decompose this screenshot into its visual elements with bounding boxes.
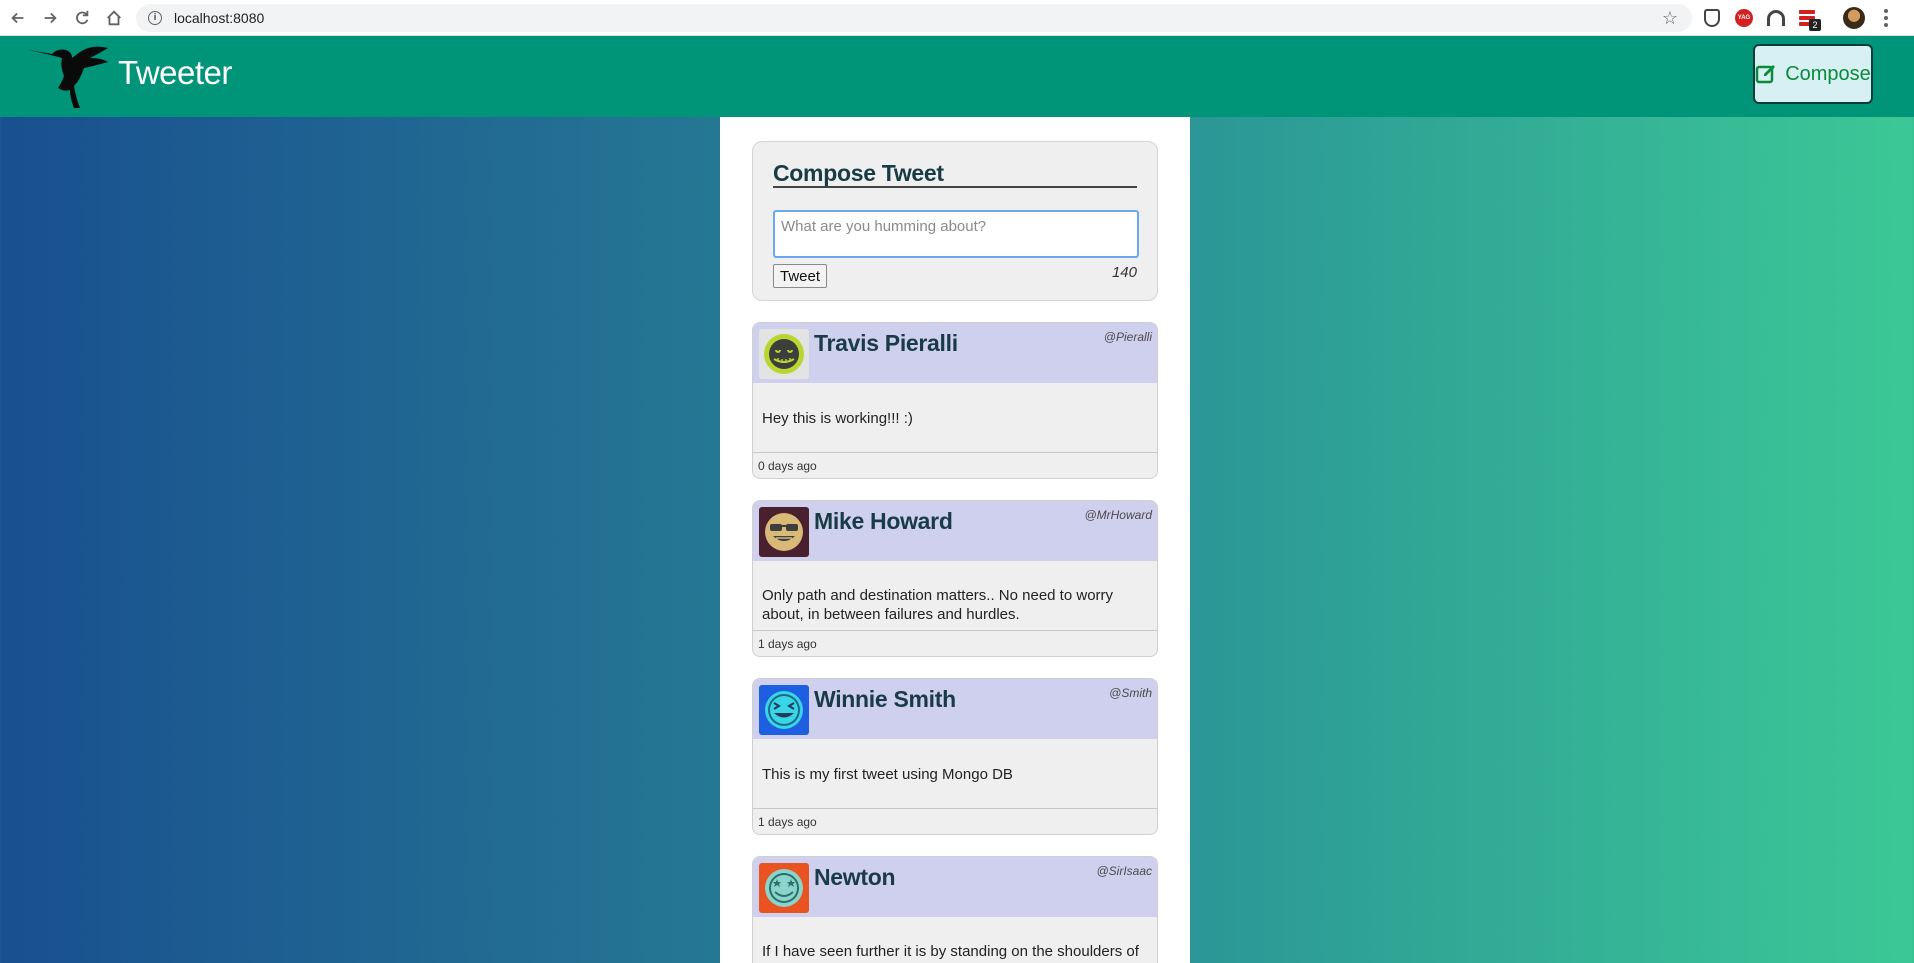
compose-button[interactable]: Compose (1753, 44, 1873, 104)
reload-icon[interactable] (66, 2, 98, 34)
shield-extension-icon[interactable] (1700, 6, 1724, 30)
home-icon[interactable] (98, 2, 130, 34)
brand-title: Tweeter (118, 54, 232, 91)
compose-tweet-form: Compose Tweet Tweet 140 (752, 141, 1158, 301)
tweet-header: Mike Howard @MrHoward (753, 501, 1157, 561)
tweet-author-handle: @Smith (1109, 686, 1152, 700)
avatar (759, 329, 809, 379)
bookmark-star-icon[interactable]: ☆ (1662, 8, 1678, 28)
extension-badge: 2 (1809, 19, 1821, 31)
squint-grin-icon (765, 691, 803, 729)
tweet-text: This is my first tweet using Mongo DB (762, 766, 1013, 783)
tweet-submit-button[interactable]: Tweet (773, 264, 827, 288)
forward-icon[interactable] (34, 2, 66, 34)
back-icon[interactable] (2, 2, 34, 34)
tweet-text-input[interactable] (773, 210, 1139, 258)
tweet-timestamp: 0 days ago (753, 452, 1157, 478)
star-eyes-icon (765, 869, 803, 907)
edit-icon (1755, 65, 1776, 84)
tweet-card: Travis Pieralli @Pieralli Hey this is wo… (752, 322, 1158, 479)
compose-title: Compose Tweet (773, 160, 1137, 188)
extensions-area: YAG 2 (1700, 6, 1898, 31)
sunglasses-grin-icon (765, 513, 803, 551)
tweet-author-name: Newton (814, 864, 896, 890)
tweet-header: Newton @SirIsaac (753, 857, 1157, 917)
tweet-timestamp: 1 days ago (753, 630, 1157, 656)
browser-toolbar: i localhost:8080 ☆ YAG 2 (0, 0, 1914, 36)
stack-extension-icon[interactable]: 2 (1796, 6, 1821, 31)
compose-button-label: Compose (1785, 62, 1871, 85)
tweet-header: Travis Pieralli @Pieralli (753, 323, 1157, 383)
avatar (759, 685, 809, 735)
app-header: Tweeter Compose (0, 36, 1914, 117)
site-info-icon[interactable]: i (148, 11, 162, 25)
red-badge-extension-icon[interactable]: YAG (1732, 6, 1756, 30)
profile-avatar[interactable] (1842, 6, 1866, 30)
tweet-author-handle: @MrHoward (1084, 508, 1152, 522)
tweet-text: Only path and destination matters.. No n… (762, 587, 1114, 623)
tweet-author-name: Winnie Smith (814, 686, 956, 712)
address-bar[interactable]: i localhost:8080 ☆ (136, 4, 1692, 32)
tweet-author-name: Travis Pieralli (814, 330, 958, 356)
character-counter: 140 (1111, 264, 1137, 281)
browser-menu-icon[interactable] (1874, 6, 1898, 30)
hummingbird-logo-icon (28, 46, 108, 108)
tweet-header: Winnie Smith @Smith (753, 679, 1157, 739)
tweet-author-handle: @SirIsaac (1096, 864, 1152, 878)
url-text: localhost:8080 (174, 10, 265, 26)
tweet-author-name: Mike Howard (814, 508, 953, 534)
tweet-author-handle: @Pieralli (1103, 330, 1152, 344)
headphones-extension-icon[interactable] (1764, 6, 1788, 30)
avatar (759, 863, 809, 913)
main-column: Compose Tweet Tweet 140 Travis Pieralli … (720, 117, 1190, 963)
avatar (759, 507, 809, 557)
tweet-text: If I have seen further it is by standing… (762, 943, 1139, 960)
tweet-card: Winnie Smith @Smith This is my first twe… (752, 678, 1158, 835)
tweet-card: Newton @SirIsaac If I have seen further … (752, 856, 1158, 963)
tweet-text: Hey this is working!!! :) (762, 410, 913, 427)
smiley-stitched-icon (764, 334, 804, 374)
tweet-card: Mike Howard @MrHoward Only path and dest… (752, 500, 1158, 657)
tweet-timestamp: 1 days ago (753, 808, 1157, 834)
